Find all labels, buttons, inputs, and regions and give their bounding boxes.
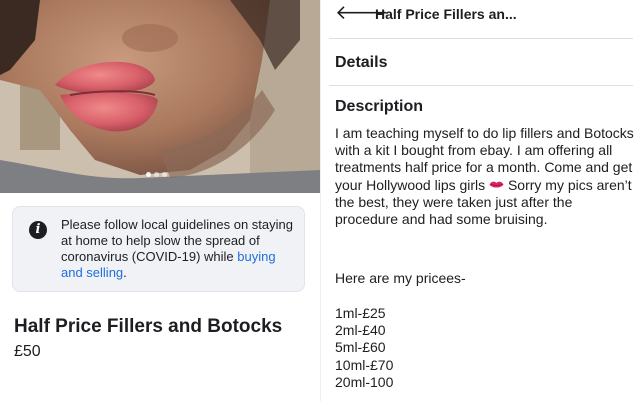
- listing-panel: i Please follow local guidelines on stay…: [0, 0, 320, 401]
- top-bar: 🡐 Half Price Fillers an...: [321, 0, 640, 34]
- listing-price: £50: [14, 343, 41, 360]
- price-item: 10ml-£70: [335, 356, 394, 373]
- details-heading: Details: [335, 54, 388, 71]
- price-list: 1ml-£25 2ml-£40 5ml-£60 10ml-£70 20ml-10…: [335, 305, 393, 391]
- header-title: Half Price Fillers an...: [375, 6, 517, 22]
- price-item: 5ml-£60: [335, 339, 386, 356]
- carousel-dots[interactable]: [146, 172, 167, 177]
- carousel-dot[interactable]: [154, 172, 159, 177]
- listing-photo-image: [0, 0, 320, 193]
- divider: [329, 38, 633, 39]
- lips-emoji-icon: [489, 182, 504, 188]
- description-text: I am teaching myself to do lip fillers a…: [335, 125, 635, 228]
- info-icon: i: [29, 221, 47, 239]
- description-heading: Description: [335, 98, 424, 115]
- price-item: 2ml-£40: [335, 322, 386, 339]
- carousel-dot[interactable]: [146, 172, 151, 177]
- listing-photo[interactable]: [0, 0, 320, 193]
- divider: [329, 85, 633, 86]
- price-item: 20ml-100: [335, 373, 394, 390]
- carousel-dot[interactable]: [162, 172, 167, 177]
- covid-notice-text: Please follow local guidelines on stayin…: [61, 217, 299, 281]
- listing-title: Half Price Fillers and Botocks: [14, 316, 283, 337]
- prices-intro: Here are my pricees-: [335, 270, 466, 286]
- details-panel: 🡐 Half Price Fillers an... Details Descr…: [320, 0, 640, 401]
- covid-notice: i Please follow local guidelines on stay…: [12, 206, 305, 292]
- price-item: 1ml-£25: [335, 305, 386, 321]
- covid-notice-end: .: [123, 265, 127, 280]
